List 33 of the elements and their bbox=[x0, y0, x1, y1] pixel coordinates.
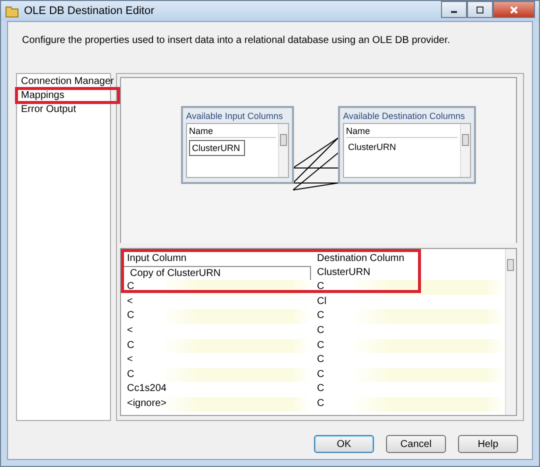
table-cell-text: < bbox=[126, 294, 134, 309]
maximize-button[interactable] bbox=[467, 1, 493, 18]
window-title: OLE DB Destination Editor bbox=[24, 5, 154, 17]
column-item[interactable]: ClusterURN bbox=[189, 140, 245, 156]
column-item[interactable]: ClusterURN bbox=[346, 140, 458, 154]
table-cell-text: C bbox=[316, 324, 326, 338]
description-text: Configure the properties used to insert data into a relational database using an OLE DB provider. bbox=[21, 34, 452, 48]
scrollbar[interactable] bbox=[460, 124, 470, 177]
page-list-item[interactable]: Error Output bbox=[17, 104, 110, 115]
folder-icon bbox=[5, 4, 19, 18]
table-cell-text: ClusterURN bbox=[316, 266, 372, 280]
close-button[interactable] bbox=[493, 1, 535, 18]
table-cell-text: Cc1s204 bbox=[126, 382, 168, 396]
table-cell-text: < bbox=[126, 324, 134, 338]
scrollbar[interactable] bbox=[505, 249, 516, 415]
table-cell-text: C bbox=[316, 353, 326, 368]
page-list-item[interactable]: Mappings bbox=[15, 87, 120, 104]
scrollbar[interactable] bbox=[278, 124, 288, 177]
table-cell-text: Cl bbox=[316, 294, 328, 309]
table-cell-text: C bbox=[316, 382, 326, 396]
dialog-button[interactable]: Cancel bbox=[386, 435, 446, 453]
panel-title: Available Input Columns bbox=[186, 110, 284, 123]
column-header: Name bbox=[346, 125, 458, 138]
close-icon bbox=[510, 6, 518, 14]
table-cell-text: < bbox=[126, 353, 134, 368]
maximize-icon bbox=[476, 6, 484, 14]
column-header: Destination Column bbox=[316, 252, 406, 266]
dialog-button[interactable]: Help bbox=[458, 435, 518, 453]
panel-title: Available Destination Columns bbox=[343, 110, 466, 123]
dialog-button[interactable]: OK bbox=[314, 435, 374, 453]
minimize-button[interactable] bbox=[441, 1, 467, 18]
column-header: Input Column bbox=[126, 252, 188, 266]
column-header: Name bbox=[189, 125, 276, 138]
